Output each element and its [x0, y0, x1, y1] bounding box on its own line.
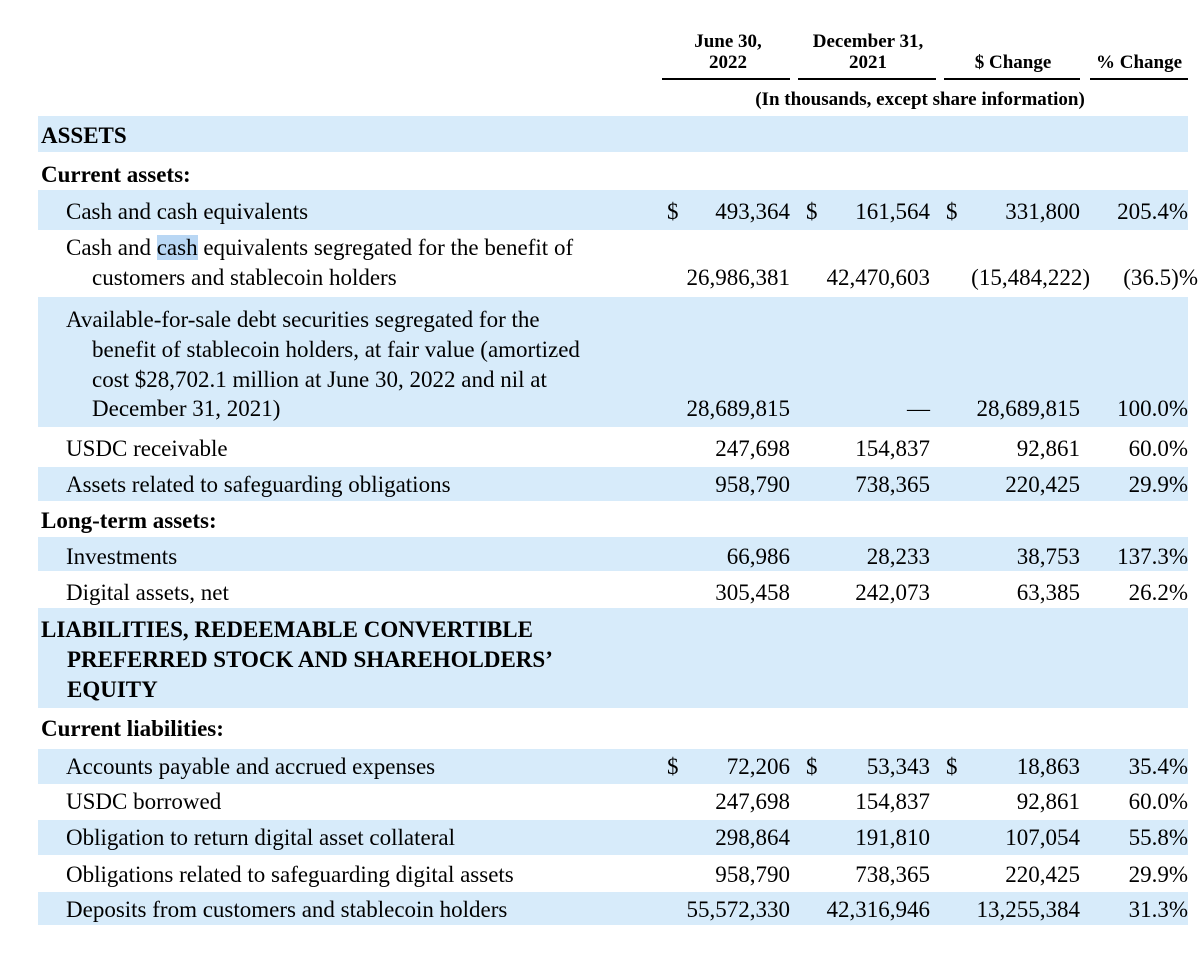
row-label-cash-segregated: Cash and cash equivalents segregated for…: [66, 233, 573, 263]
cell-collateral-pct: 55.8%: [1128, 825, 1188, 850]
cell-usdcrec-dec2021: 154,837: [855, 436, 930, 461]
col-header-dollar-change: $ Change: [974, 52, 1052, 73]
cell-ap-dec2021: 53,343: [866, 754, 930, 779]
cell-afs-jun2022: 28,689,815: [686, 396, 791, 421]
cell-digital-pct: 26.2%: [1128, 580, 1188, 605]
col-header-line: December 31,: [812, 31, 924, 52]
col-header-percent-change: % Change: [1095, 52, 1183, 73]
cell-cash-dec2021: 161,564: [855, 199, 930, 224]
cell-cash-change: 331,800: [1005, 199, 1080, 224]
cell-investments-pct: 137.3%: [1117, 544, 1188, 569]
cell-investments-dec2021: 28,233: [866, 544, 930, 569]
cell-afs-dec2021: —: [907, 396, 930, 421]
cell-usdcborrow-pct: 60.0%: [1128, 789, 1188, 814]
cell-deposits-jun2022: 55,572,330: [686, 897, 791, 922]
selected-text: cash: [156, 235, 198, 260]
cell-ap-jun2022: 72,206: [726, 754, 790, 779]
header-rule: [944, 78, 1080, 80]
cell-digital-dec2021: 242,073: [855, 580, 930, 605]
cell-safeobl-pct: 29.9%: [1128, 862, 1188, 887]
cell-usdcborrow-jun2022: 247,698: [715, 789, 790, 814]
cell-cash-pct: 205.4%: [1117, 199, 1188, 224]
row-label-afs-line2: benefit of stablecoin holders, at fair v…: [92, 337, 580, 362]
cell-digital-jun2022: 305,458: [715, 580, 790, 605]
row-label-afs-line4: December 31, 2021): [92, 396, 281, 421]
cell-usdcborrow-change: 92,861: [1016, 789, 1080, 814]
row-band-assets: [38, 116, 1188, 152]
cell-ap-change: 18,863: [1016, 754, 1080, 779]
cell-deposits-change: 13,255,384: [976, 897, 1081, 922]
cell-safeobl-change: 220,425: [1005, 862, 1080, 887]
section-assets: ASSETS: [41, 123, 127, 148]
col-header-line: 2022: [709, 52, 747, 73]
currency-symbol: $: [667, 754, 679, 779]
col-header-line: 2021: [849, 52, 887, 73]
section-current-liabilities: Current liabilities:: [41, 716, 224, 741]
cell-cash-jun2022: 493,364: [715, 199, 790, 224]
cell-safeguard-dec2021: 738,365: [855, 472, 930, 497]
row-label-collateral: Obligation to return digital asset colla…: [66, 825, 455, 850]
cell-safeobl-dec2021: 738,365: [855, 862, 930, 887]
row-label-deposits: Deposits from customers and stablecoin h…: [66, 897, 508, 922]
cell-afs-pct: 100.0%: [1117, 396, 1188, 421]
cell-usdcrec-jun2022: 247,698: [715, 436, 790, 461]
cell-deposits-dec2021: 42,316,946: [826, 897, 931, 922]
row-label-cash-segregated-cont: customers and stablecoin holders: [92, 265, 397, 290]
row-label-usdc-borrowed: USDC borrowed: [66, 789, 222, 814]
cell-collateral-dec2021: 191,810: [855, 825, 930, 850]
cell-deposits-pct: 31.3%: [1128, 897, 1188, 922]
cell-cashseg-jun2022: 26,986,381: [686, 265, 791, 290]
row-label-afs-line3: cost $28,702.1 million at June 30, 2022 …: [92, 367, 547, 392]
section-current-assets: Current assets:: [41, 162, 191, 187]
cell-usdcborrow-dec2021: 154,837: [855, 789, 930, 814]
cell-afs-change: 28,689,815: [976, 396, 1081, 421]
col-header-june-2022: June 30, 2022: [668, 31, 788, 73]
row-label-digital-assets: Digital assets, net: [66, 580, 229, 605]
label-part: equivalents segregated for the benefit o…: [197, 235, 574, 260]
cell-safeguard-pct: 29.9%: [1128, 472, 1188, 497]
currency-symbol: $: [806, 754, 818, 779]
cell-safeobl-jun2022: 958,790: [715, 862, 790, 887]
cell-collateral-change: 107,054: [1005, 825, 1080, 850]
units-note: (In thousands, except share information): [755, 89, 1085, 110]
row-label-investments: Investments: [66, 544, 178, 569]
cell-cashseg-pct: (36.5)%: [1123, 265, 1198, 290]
header-rule: [662, 78, 790, 80]
cell-investments-jun2022: 66,986: [726, 544, 790, 569]
cell-cashseg-dec2021: 42,470,603: [826, 265, 931, 290]
currency-symbol: $: [946, 199, 958, 224]
row-label-afs-line1: Available-for-sale debt securities segre…: [66, 307, 540, 332]
header-rule: [1090, 78, 1188, 80]
section-long-term-assets: Long-term assets:: [41, 508, 217, 533]
cell-collateral-jun2022: 298,864: [715, 825, 790, 850]
currency-symbol: $: [806, 199, 818, 224]
row-label-cash: Cash and cash equivalents: [66, 199, 309, 224]
currency-symbol: $: [667, 199, 679, 224]
col-header-line: June 30,: [694, 31, 762, 52]
row-label-safeguard-obligations: Obligations related to safeguarding digi…: [66, 862, 514, 887]
section-liabilities-line1: LIABILITIES, REDEEMABLE CONVERTIBLE: [41, 617, 533, 642]
section-liabilities-line2: PREFERRED STOCK AND SHAREHOLDERS’: [67, 647, 553, 672]
col-header-dec-2021: December 31, 2021: [798, 31, 938, 73]
row-label-accounts-payable: Accounts payable and accrued expenses: [66, 754, 436, 779]
cell-usdcrec-change: 92,861: [1016, 436, 1080, 461]
cell-cashseg-change: (15,484,222): [971, 265, 1090, 290]
header-rule: [798, 78, 936, 80]
row-label-usdc-receivable: USDC receivable: [66, 436, 228, 461]
label-part: Cash and: [66, 235, 157, 260]
cell-safeguard-change: 220,425: [1005, 472, 1080, 497]
cell-usdcrec-pct: 60.0%: [1128, 436, 1188, 461]
section-liabilities-line3: EQUITY: [67, 677, 158, 702]
row-label-safeguard-assets: Assets related to safeguarding obligatio…: [66, 472, 451, 497]
cell-safeguard-jun2022: 958,790: [715, 472, 790, 497]
cell-digital-change: 63,385: [1016, 580, 1080, 605]
cell-investments-change: 38,753: [1016, 544, 1080, 569]
cell-ap-pct: 35.4%: [1128, 754, 1188, 779]
currency-symbol: $: [946, 754, 958, 779]
